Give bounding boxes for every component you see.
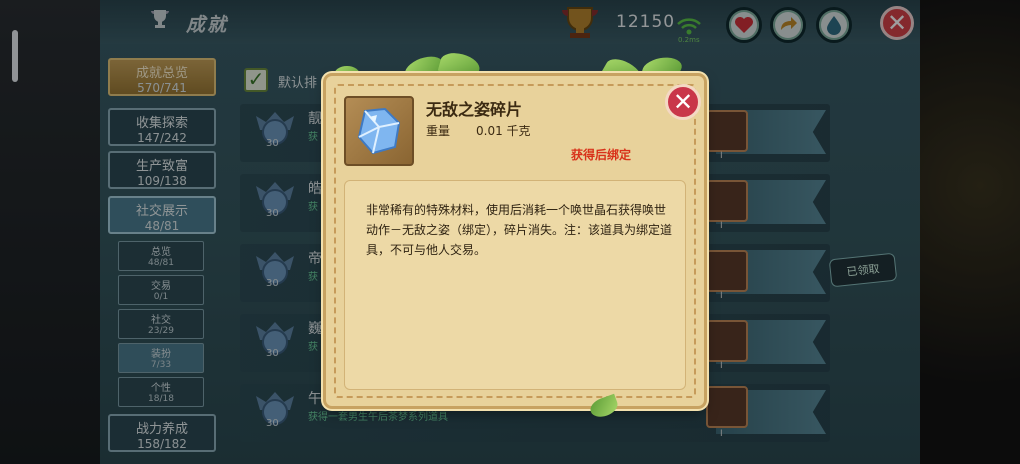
crystal-icon <box>357 107 401 155</box>
close-icon: ✕ <box>672 88 694 116</box>
item-description: 非常稀有的特殊材料，使用后消耗一个唤世晶石获得唤世动作－无敌之姿（绑定），碎片消… <box>366 203 673 257</box>
modal-close-button[interactable]: ✕ <box>665 84 701 120</box>
weight-value: 0.01 千克 <box>476 124 531 138</box>
item-name: 无敌之姿碎片 <box>426 100 523 119</box>
item-icon-frame <box>344 96 414 166</box>
bind-status: 获得后绑定 <box>571 148 632 162</box>
weight-label: 重量 <box>426 124 451 138</box>
